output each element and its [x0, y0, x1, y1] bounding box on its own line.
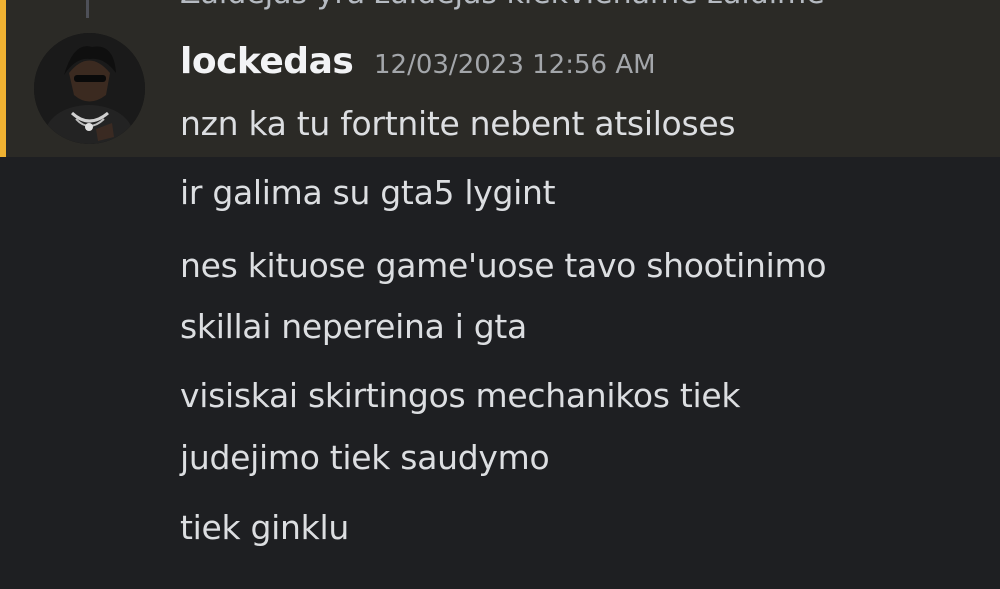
- message-line: skillai nepereina i gta: [180, 307, 527, 346]
- username[interactable]: lockedas: [180, 41, 354, 82]
- reply-connector: [86, 0, 97, 18]
- mention-accent-bar: [0, 0, 6, 157]
- message-line: judejimo tiek saudymo: [180, 438, 550, 477]
- message-line: nes kituose game'uose tavo shootinimo: [180, 246, 827, 285]
- chat-view: Zaidejas yra zaidejas kiekviename zaidim…: [0, 0, 1000, 589]
- message-line: nzn ka tu fortnite nebent atsiloses: [180, 104, 736, 143]
- message-timestamp: 12/03/2023 12:56 AM: [374, 50, 656, 80]
- reply-preview[interactable]: Zaidejas yra zaidejas kiekviename zaidim…: [180, 0, 825, 11]
- message-line: visiskai skirtingos mechanikos tiek: [180, 376, 741, 415]
- avatar[interactable]: [34, 33, 145, 144]
- message-line: ir galima su gta5 lygint: [180, 173, 556, 212]
- message-line: tiek ginklu: [180, 508, 349, 547]
